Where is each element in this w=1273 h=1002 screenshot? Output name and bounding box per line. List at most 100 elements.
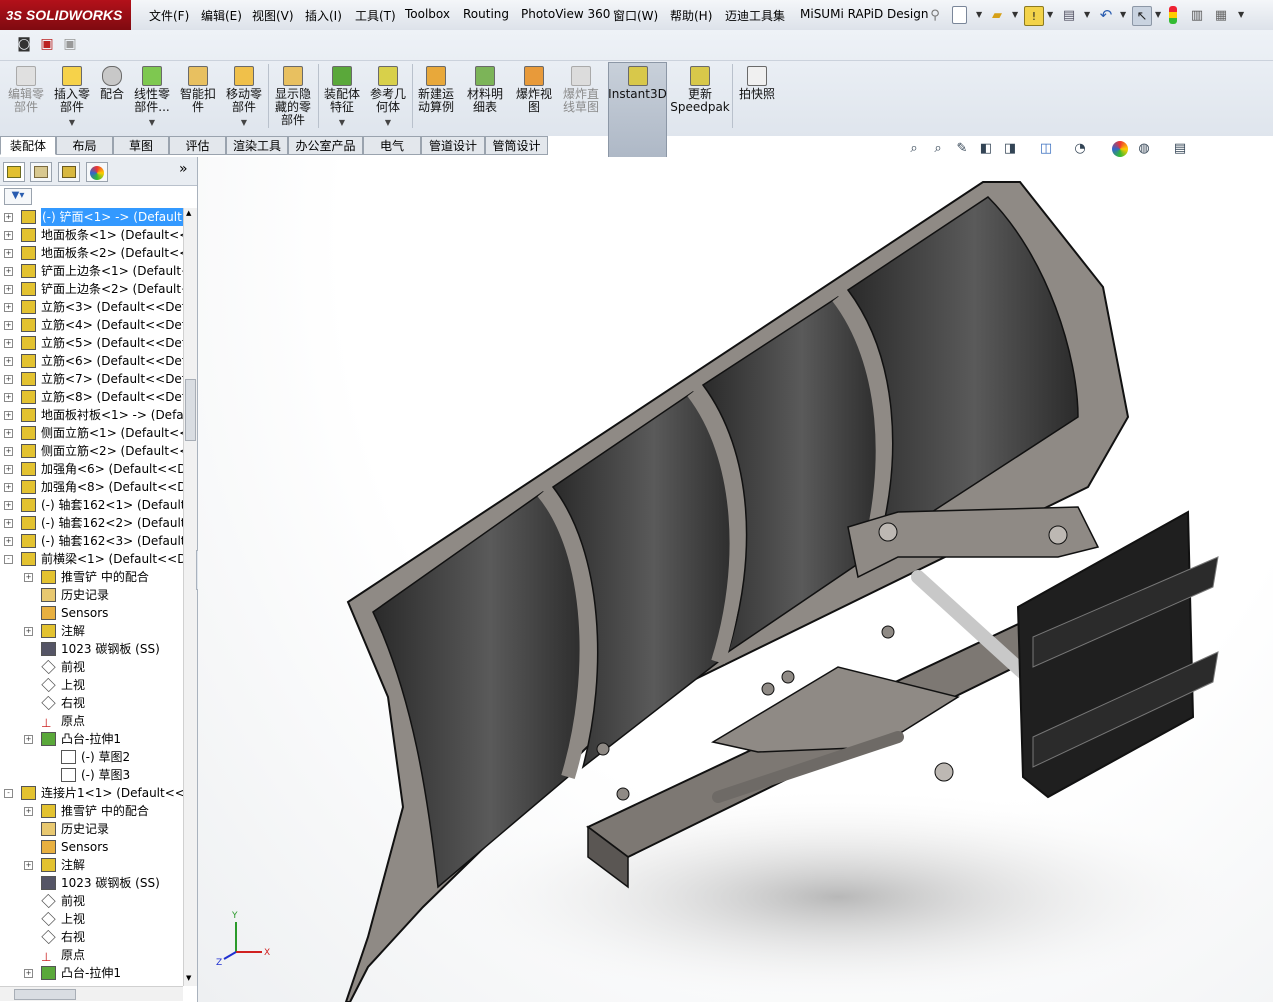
tab-sketch[interactable]: 草图 <box>113 136 169 155</box>
expand-icon[interactable]: + <box>4 357 13 366</box>
view-settings-icon[interactable]: ▤ <box>1172 141 1188 157</box>
expand-icon[interactable]: + <box>24 969 33 978</box>
new-document-icon[interactable] <box>952 6 967 24</box>
scroll-down-icon[interactable]: ▼ <box>186 974 191 982</box>
select-dropdown-icon[interactable]: ▼ <box>1155 10 1161 19</box>
linear-pattern-button[interactable]: 线性零 部件... ▼ <box>130 66 174 129</box>
component-state-icon[interactable]: ▣ <box>61 36 79 52</box>
print-icon[interactable]: ▤ <box>1060 6 1078 24</box>
tree-item[interactable]: + 推雪铲 中的配合 <box>0 802 183 820</box>
scroll-up-icon[interactable]: ▲ <box>186 209 191 217</box>
tree-item[interactable]: - 连接片1<1> (Default<<D <box>0 784 183 802</box>
menu-file[interactable]: 文件(F) <box>149 7 189 24</box>
expand-icon[interactable]: + <box>4 321 13 330</box>
apply-scene-icon[interactable]: ◍ <box>1136 141 1152 157</box>
tree-item[interactable]: + 立筋<4> (Default<<Defa <box>0 316 183 334</box>
tree-item[interactable]: + 铲面上边条<1> (Default< <box>0 262 183 280</box>
traffic-light-icon[interactable] <box>1169 6 1177 24</box>
feature-manager-tab[interactable] <box>3 162 25 182</box>
menu-window[interactable]: 窗口(W) <box>613 7 658 24</box>
expand-icon[interactable]: + <box>4 411 13 420</box>
update-speedpak-button[interactable]: 更新 Speedpak <box>670 66 730 114</box>
section-view-icon[interactable]: ◧ <box>978 141 994 157</box>
menu-misumi[interactable]: MiSUMi RAPiD Design <box>800 7 928 21</box>
new-motion-study-button[interactable]: 新建运 动算例 <box>414 66 458 114</box>
expand-icon[interactable]: + <box>24 861 33 870</box>
tab-office-products[interactable]: 办公室产品 <box>288 136 363 155</box>
solidworks-logo[interactable]: 3S SOLIDWORKS <box>0 0 131 30</box>
graphics-area[interactable]: Y X Z <box>198 157 1273 1002</box>
camera-icon[interactable]: ◙ <box>15 36 33 52</box>
tree-item[interactable]: (-) 草图3 <box>0 766 183 784</box>
tree-item[interactable]: Sensors <box>0 838 183 856</box>
property-manager-tab[interactable] <box>30 162 52 182</box>
tree-item[interactable]: + 立筋<8> (Default<<Defa <box>0 388 183 406</box>
tree-hscroll-thumb[interactable] <box>14 989 76 1000</box>
tab-render-tools[interactable]: 渲染工具 <box>226 136 288 155</box>
expand-icon[interactable]: + <box>4 519 13 528</box>
collapse-icon[interactable]: - <box>4 789 13 798</box>
dynamic-annotation-icon[interactable]: ◨ <box>1002 141 1018 157</box>
open-dropdown-icon[interactable]: ▼ <box>1012 10 1018 19</box>
tree-item[interactable]: + (-) 铲面<1> -> (Default< <box>0 208 183 226</box>
rebuild-warning-icon[interactable]: ! <box>1024 6 1044 26</box>
zoom-to-area-icon[interactable]: ⌕ <box>930 141 946 157</box>
expand-icon[interactable]: + <box>4 465 13 474</box>
tree-vertical-scrollbar[interactable] <box>183 208 197 986</box>
expand-icon[interactable]: + <box>4 339 13 348</box>
tree-item[interactable]: 历史记录 <box>0 586 183 604</box>
menu-edit[interactable]: 编辑(E) <box>201 7 242 24</box>
menu-insert[interactable]: 插入(I) <box>305 7 342 24</box>
expand-icon[interactable]: + <box>4 501 13 510</box>
undo-icon[interactable]: ↶ <box>1097 6 1115 24</box>
assembly-feature-dropdown-icon[interactable]: ▼ <box>320 116 364 129</box>
pin-icon[interactable]: ⚲ <box>926 6 944 24</box>
tree-item[interactable]: + 铲面上边条<2> (Default< <box>0 280 183 298</box>
menu-tools[interactable]: 工具(T) <box>355 7 396 24</box>
tree-item[interactable]: + 地面板衬板<1> -> (Defa <box>0 406 183 424</box>
tree-item[interactable]: + 加强角<8> (Default<<De <box>0 478 183 496</box>
reference-geometry-button[interactable]: 参考几 何体 ▼ <box>366 66 410 129</box>
expand-icon[interactable]: + <box>4 429 13 438</box>
select-pointer-icon[interactable]: ↖ <box>1132 6 1152 26</box>
expand-icon[interactable]: + <box>4 213 13 222</box>
expand-icon[interactable]: + <box>4 285 13 294</box>
tree-item[interactable]: - 前横梁<1> (Default<<De <box>0 550 183 568</box>
menu-photoview[interactable]: PhotoView 360 <box>521 7 610 21</box>
take-snapshot-button[interactable]: 拍快照 <box>736 66 778 101</box>
tree-item[interactable]: + 立筋<3> (Default<<Defa <box>0 298 183 316</box>
mate-button[interactable]: 配合 <box>96 66 128 101</box>
tree-item[interactable]: + 注解 <box>0 856 183 874</box>
edit-component-button[interactable]: 编辑零 部件 <box>4 66 48 114</box>
expand-icon[interactable]: + <box>4 447 13 456</box>
view-orientation-icon[interactable]: ◫ <box>1038 141 1054 157</box>
undo-dropdown-icon[interactable]: ▼ <box>1120 10 1126 19</box>
tree-item[interactable]: 右视 <box>0 928 183 946</box>
expand-icon[interactable]: + <box>4 393 13 402</box>
tab-layout[interactable]: 布局 <box>56 136 113 155</box>
tree-item[interactable]: + 立筋<6> (Default<<Defa <box>0 352 183 370</box>
configuration-manager-tab[interactable] <box>58 162 80 182</box>
tab-electrical[interactable]: 电气 <box>363 136 421 155</box>
explode-line-sketch-button[interactable]: 爆炸直 线草图 <box>558 66 604 114</box>
options-icon[interactable]: ▦ <box>1212 6 1230 24</box>
insert-component-button[interactable]: 插入零 部件 ▼ <box>50 66 94 129</box>
tab-evaluate[interactable]: 评估 <box>169 136 226 155</box>
expand-icon[interactable]: + <box>24 807 33 816</box>
tree-item[interactable]: ⊥ 原点 <box>0 946 183 964</box>
tree-item[interactable]: 1023 碳钢板 (SS) <box>0 874 183 892</box>
smart-fasteners-button[interactable]: 智能扣 件 <box>176 66 220 114</box>
expand-icon[interactable]: + <box>4 375 13 384</box>
tree-item[interactable]: + 凸台-拉伸1 <box>0 730 183 748</box>
expand-icon[interactable]: + <box>4 267 13 276</box>
expand-icon[interactable]: + <box>4 303 13 312</box>
tree-item[interactable]: + 立筋<7> (Default<<Defa <box>0 370 183 388</box>
tree-item[interactable]: 右视 <box>0 694 183 712</box>
display-style-icon[interactable]: ◔ <box>1072 141 1088 157</box>
tree-item[interactable]: ⊥ 原点 <box>0 712 183 730</box>
tab-tubing[interactable]: 管筒设计 <box>485 136 548 155</box>
previous-view-icon[interactable]: ✎ <box>954 141 970 157</box>
tree-item[interactable]: + 注解 <box>0 622 183 640</box>
tree-item[interactable]: + (-) 轴套162<1> (Default <box>0 496 183 514</box>
edit-appearance-icon[interactable] <box>1112 141 1128 157</box>
